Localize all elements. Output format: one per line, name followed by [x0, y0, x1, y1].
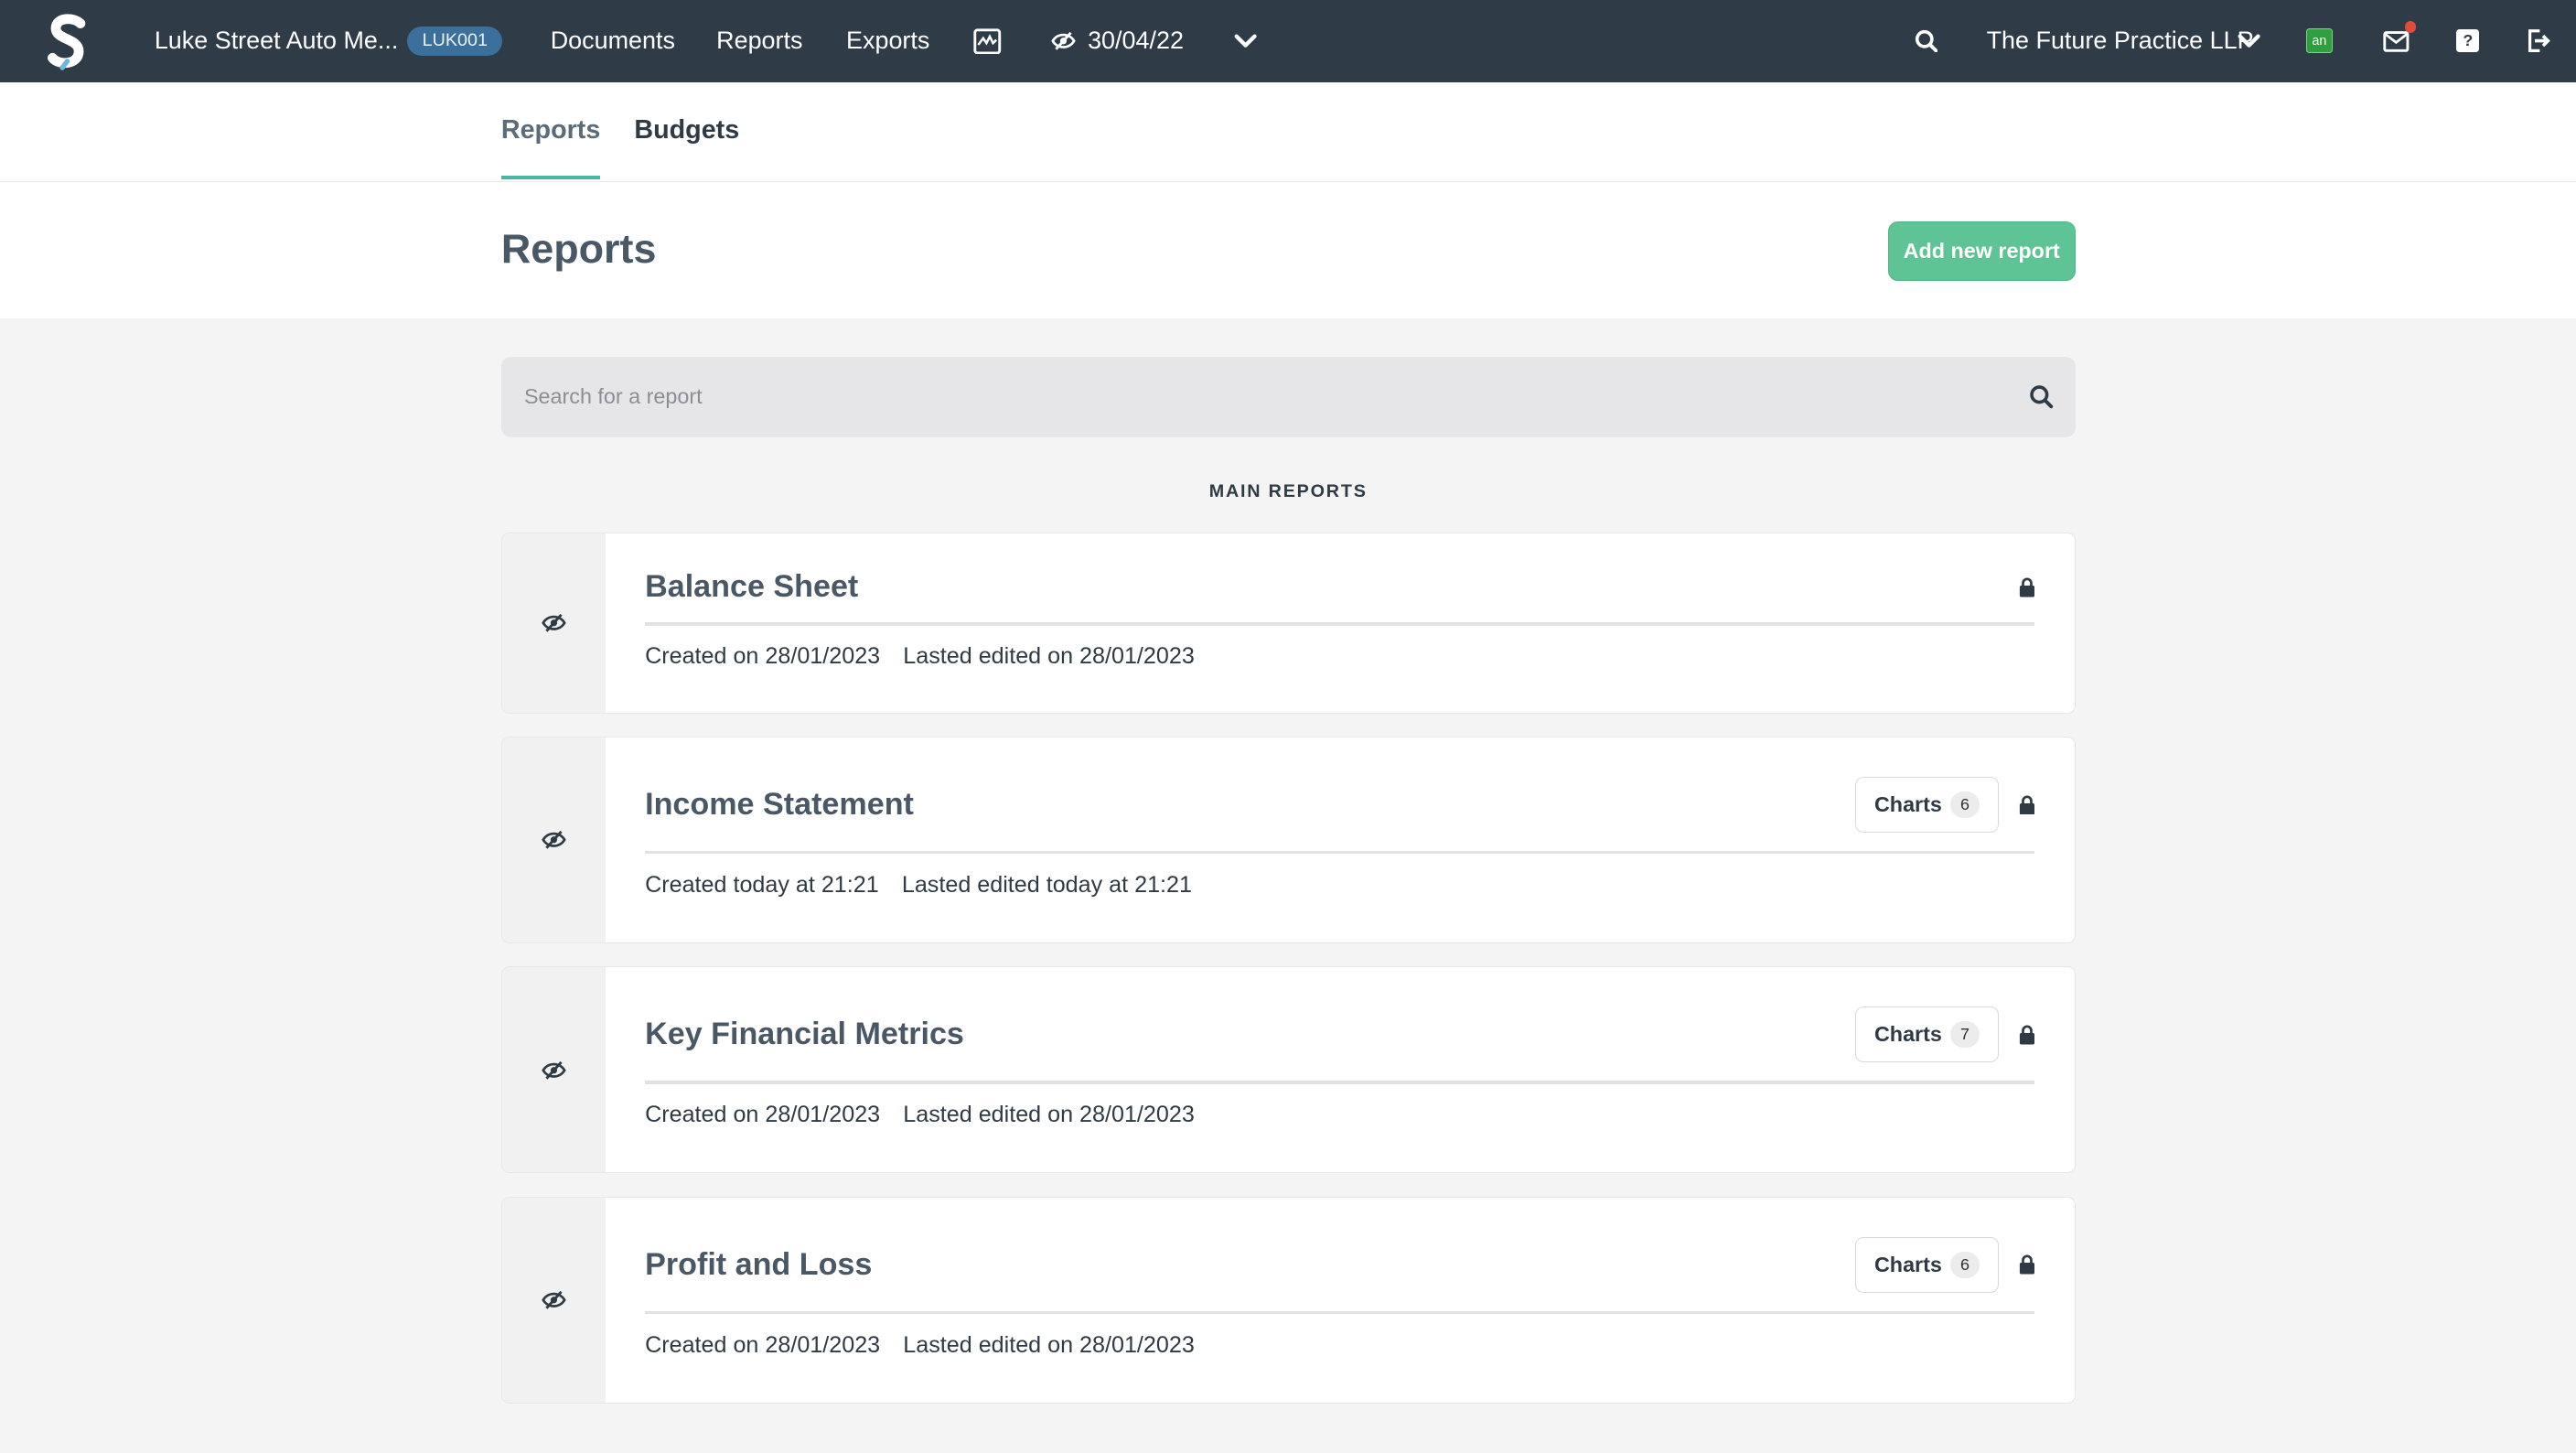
eye-slash-icon[interactable] [501, 737, 606, 942]
charts-count: 6 [1949, 1251, 1980, 1278]
charts-button[interactable]: Charts 7 [1855, 1006, 1999, 1063]
chevron-down-icon[interactable] [2237, 0, 2263, 82]
edited-date: Lasted edited today at 21:21 [901, 871, 1192, 898]
divider [645, 1310, 2035, 1315]
search-bar [500, 356, 2076, 437]
report-card[interactable]: Key Financial Metrics Charts 7 Created o… [500, 966, 2076, 1174]
sub-navigation: Reports Budgets [0, 81, 2576, 182]
notification-dot [2404, 21, 2417, 33]
report-meta: Created on 28/01/2023 Lasted edited on 28… [645, 1332, 1195, 1359]
divider [645, 850, 2035, 855]
charts-label: Charts [1873, 1252, 1942, 1276]
report-card[interactable]: Profit and Loss Charts 6 Created on 28/0… [500, 1196, 2076, 1404]
search-icon[interactable] [1913, 0, 1939, 82]
app-root: Luke Street Auto Me... LUK001 Documents … [0, 0, 2576, 1453]
report-meta: Created on 28/01/2023 Lasted edited on 28… [645, 643, 1195, 670]
app-switcher-icon[interactable]: an [2305, 0, 2334, 82]
created-date: Created on 28/01/2023 [645, 1102, 881, 1128]
report-card[interactable]: Balance Sheet Created on 28/01/2023 Laste… [500, 532, 2076, 714]
report-title[interactable]: Profit and Loss [645, 1247, 872, 1283]
mail-icon[interactable] [2382, 0, 2417, 82]
created-date: Created today at 21:21 [645, 871, 879, 898]
page-header: Reports Add new report [0, 182, 2576, 319]
eye-slash-icon[interactable] [1050, 0, 1077, 82]
report-card[interactable]: Income Statement Charts 6 Created today … [500, 736, 2076, 943]
lock-icon [2019, 1254, 2034, 1275]
eye-slash-icon[interactable] [501, 1197, 606, 1403]
practice-selector[interactable]: The Future Practice LLP [1987, 0, 2254, 82]
search-input[interactable] [500, 356, 1980, 437]
help-label: ? [2456, 29, 2480, 53]
charts-button[interactable]: Charts 6 [1855, 1236, 1999, 1293]
chevron-down-icon[interactable] [1232, 0, 1259, 82]
report-title[interactable]: Income Statement [645, 787, 914, 823]
created-date: Created on 28/01/2023 [645, 1331, 881, 1358]
add-new-report-button[interactable]: Add new report [1887, 221, 2076, 282]
client-name[interactable]: Luke Street Auto Me... [155, 0, 399, 82]
report-meta: Created on 28/01/2023 Lasted edited on 28… [645, 1102, 1195, 1128]
help-icon[interactable]: ? [2455, 0, 2482, 82]
report-title[interactable]: Key Financial Metrics [645, 1017, 964, 1052]
period-date[interactable]: 30/04/22 [1088, 0, 1184, 82]
s-logo-icon[interactable] [43, 0, 92, 82]
charts-label: Charts [1873, 1022, 1942, 1047]
page-title: Reports [500, 225, 657, 273]
divider [645, 621, 2035, 626]
client-code-badge: LUK001 [407, 26, 503, 57]
nav-documents[interactable]: Documents [551, 0, 675, 82]
app-badge: an [2305, 28, 2333, 54]
nav-reports[interactable]: Reports [716, 0, 802, 82]
charts-label: Charts [1873, 791, 1942, 816]
report-meta: Created today at 21:21 Lasted edited toda… [645, 872, 1192, 899]
tab-reports[interactable]: Reports [500, 82, 602, 179]
edited-date: Lasted edited on 28/01/2023 [903, 1102, 1195, 1128]
charts-button[interactable]: Charts 6 [1855, 776, 1999, 833]
tab-budgets[interactable]: Budgets [634, 82, 739, 179]
eye-slash-icon[interactable] [501, 967, 606, 1173]
lock-icon [2019, 577, 2034, 597]
activity-chart-icon[interactable] [972, 0, 1002, 82]
section-label: MAIN REPORTS [1208, 481, 1368, 502]
search-icon[interactable] [2029, 384, 2054, 409]
lock-icon [2019, 1025, 2034, 1045]
report-title[interactable]: Balance Sheet [645, 569, 858, 605]
nav-exports[interactable]: Exports [846, 0, 929, 82]
edited-date: Lasted edited on 28/01/2023 [903, 1331, 1195, 1358]
charts-count: 6 [1949, 791, 1980, 818]
edited-date: Lasted edited on 28/01/2023 [903, 643, 1195, 670]
eye-slash-icon[interactable] [501, 533, 606, 713]
divider [645, 1081, 2035, 1084]
charts-count: 7 [1949, 1021, 1980, 1049]
top-navbar: Luke Street Auto Me... LUK001 Documents … [0, 0, 2576, 82]
created-date: Created on 28/01/2023 [645, 643, 881, 670]
logout-icon[interactable] [2526, 0, 2552, 82]
lock-icon [2019, 795, 2034, 815]
